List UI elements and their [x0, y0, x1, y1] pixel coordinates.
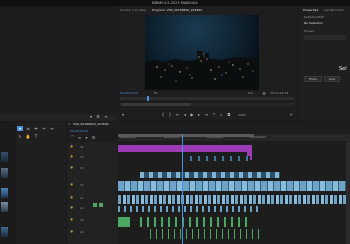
- tab-lumetri-color[interactable]: Lumetri Color: [324, 8, 344, 13]
- track-lock-icon[interactable]: 🔒: [70, 166, 73, 169]
- mark-in-icon[interactable]: {: [160, 112, 166, 117]
- video-clips-v1[interactable]: [118, 181, 350, 191]
- track-name-v3: V3: [80, 156, 84, 159]
- timeline-vertical-scrollbar[interactable]: [346, 142, 350, 244]
- sub-tab-edit[interactable]: Edit: [318, 15, 324, 20]
- track-lock-icon[interactable]: 🔒: [70, 206, 73, 209]
- lift-icon[interactable]: ⇡: [211, 112, 217, 117]
- selected-label: Sel: [339, 66, 347, 72]
- timeline-sequence-tab[interactable]: V09_20180820_224502: [73, 122, 109, 127]
- media-thumbnail[interactable]: [1, 227, 8, 237]
- wrench-icon[interactable]: ⚙: [95, 114, 101, 119]
- tab-source[interactable]: Source: (no clips): [120, 8, 146, 13]
- program-timecode[interactable]: 00;00;03;04: [120, 91, 138, 96]
- marker-icon[interactable]: ▾: [120, 112, 126, 117]
- audio-clips-a3[interactable]: [140, 217, 248, 227]
- step-forward-icon[interactable]: ▸: [196, 112, 202, 117]
- audio-clips-a3[interactable]: [118, 217, 130, 227]
- go-to-out-icon[interactable]: ⇥: [203, 112, 209, 117]
- track-lock-icon[interactable]: 🔒: [70, 183, 73, 186]
- timeline-close-icon[interactable]: ✕: [68, 122, 71, 127]
- city-skyline-image: [145, 51, 259, 90]
- quality-dropdown[interactable]: Full: [248, 91, 253, 96]
- fit-dropdown[interactable]: Fit: [154, 91, 158, 96]
- audio-clips-a2[interactable]: [118, 206, 258, 212]
- slip-tool-icon[interactable]: ↔: [49, 126, 55, 131]
- track-lock-icon[interactable]: 🔒: [70, 230, 73, 233]
- tools-panel: [16, 122, 66, 244]
- razor-tool-icon[interactable]: ✂: [41, 126, 47, 131]
- track-name-a2: A2: [80, 207, 84, 210]
- video-clips-v3[interactable]: [190, 156, 250, 161]
- track-select-tool-icon[interactable]: ⇉: [25, 126, 31, 131]
- media-thumbnail[interactable]: [1, 202, 8, 212]
- media-thumbnail[interactable]: [1, 152, 8, 162]
- project-panel: [0, 7, 117, 121]
- filter-icon[interactable]: ▾: [88, 114, 94, 119]
- tab-program[interactable]: Program: V09_20180820_224502: [152, 8, 202, 13]
- timeline-playhead[interactable]: [182, 134, 183, 244]
- project-field-label: Project: [304, 29, 315, 33]
- timeline-settings-icon[interactable]: ⚙: [91, 135, 96, 140]
- track-name-a3: A3: [80, 219, 84, 222]
- settings-wrench-icon[interactable]: ⚙: [261, 91, 267, 96]
- add-marker-icon[interactable]: ▾: [84, 135, 89, 140]
- audio-clips-a4[interactable]: [150, 229, 260, 239]
- play-icon[interactable]: ▶: [189, 112, 195, 117]
- crop-button[interactable]: Crop: [324, 76, 340, 82]
- hand-tool-icon[interactable]: ✋: [25, 134, 31, 139]
- track-lock-icon[interactable]: 🔒: [70, 155, 73, 158]
- track-name-a4: A4: [80, 231, 84, 234]
- zoom-handle[interactable]: [121, 103, 191, 106]
- project-field[interactable]: [304, 35, 346, 40]
- track-target-a2[interactable]: [99, 203, 103, 207]
- linked-selection-icon[interactable]: ∞: [77, 135, 82, 140]
- program-duration: 00;12;04;18: [270, 91, 289, 95]
- program-video-frame: [145, 15, 259, 90]
- track-headers: [67, 142, 117, 244]
- track-lock-icon[interactable]: 🔒: [70, 145, 73, 148]
- extract-icon[interactable]: ⇣: [218, 112, 224, 117]
- media-thumbnail[interactable]: [1, 188, 8, 198]
- comparison-view-icon[interactable]: ▭▭: [236, 112, 248, 117]
- video-clips-v2[interactable]: [140, 172, 280, 178]
- track-lock-icon[interactable]: 🔒: [70, 218, 73, 221]
- media-browser-panel: [0, 122, 15, 244]
- track-name-v4: V4: [80, 146, 84, 149]
- track-name-v2: V2: [80, 167, 84, 170]
- no-selection-label: No Selection: [304, 21, 323, 25]
- go-to-in-icon[interactable]: ⇤: [175, 112, 181, 117]
- audio-clips-a1[interactable]: [118, 195, 350, 204]
- timeline-timecode[interactable]: 00;00;03;04: [70, 129, 88, 134]
- snap-icon[interactable]: ⌒: [70, 135, 75, 140]
- pen-tool-icon[interactable]: ✎: [17, 134, 23, 139]
- ripple-edit-tool-icon[interactable]: ⇹: [33, 126, 39, 131]
- export-frame-icon[interactable]: ◘: [226, 112, 232, 117]
- emoji-button[interactable]: Emoji: [304, 76, 322, 82]
- track-lock-icon[interactable]: 🔒: [70, 196, 73, 199]
- type-tool-icon[interactable]: T: [33, 134, 39, 139]
- program-playhead[interactable]: [147, 96, 149, 101]
- track-name-v1: V1: [80, 184, 84, 187]
- adjustment-layer-clip[interactable]: [118, 145, 250, 152]
- media-thumbnail[interactable]: [1, 168, 8, 178]
- button-editor-icon[interactable]: +: [288, 112, 294, 117]
- track-name-a1: A1: [80, 197, 84, 200]
- in-out-range[interactable]: [118, 134, 254, 137]
- sub-tab-selection[interactable]: Selection: [304, 15, 318, 20]
- list-view-icon[interactable]: ≡: [103, 114, 109, 119]
- tab-properties[interactable]: Properties: [303, 8, 318, 13]
- mark-out-icon[interactable]: }: [167, 112, 173, 117]
- track-target-a1[interactable]: [93, 203, 97, 207]
- app-title: BBNM 4-5-2023 MAKE4UA: [152, 1, 198, 5]
- selection-tool-icon[interactable]: ➤: [17, 126, 23, 131]
- step-back-icon[interactable]: ◂: [182, 112, 188, 117]
